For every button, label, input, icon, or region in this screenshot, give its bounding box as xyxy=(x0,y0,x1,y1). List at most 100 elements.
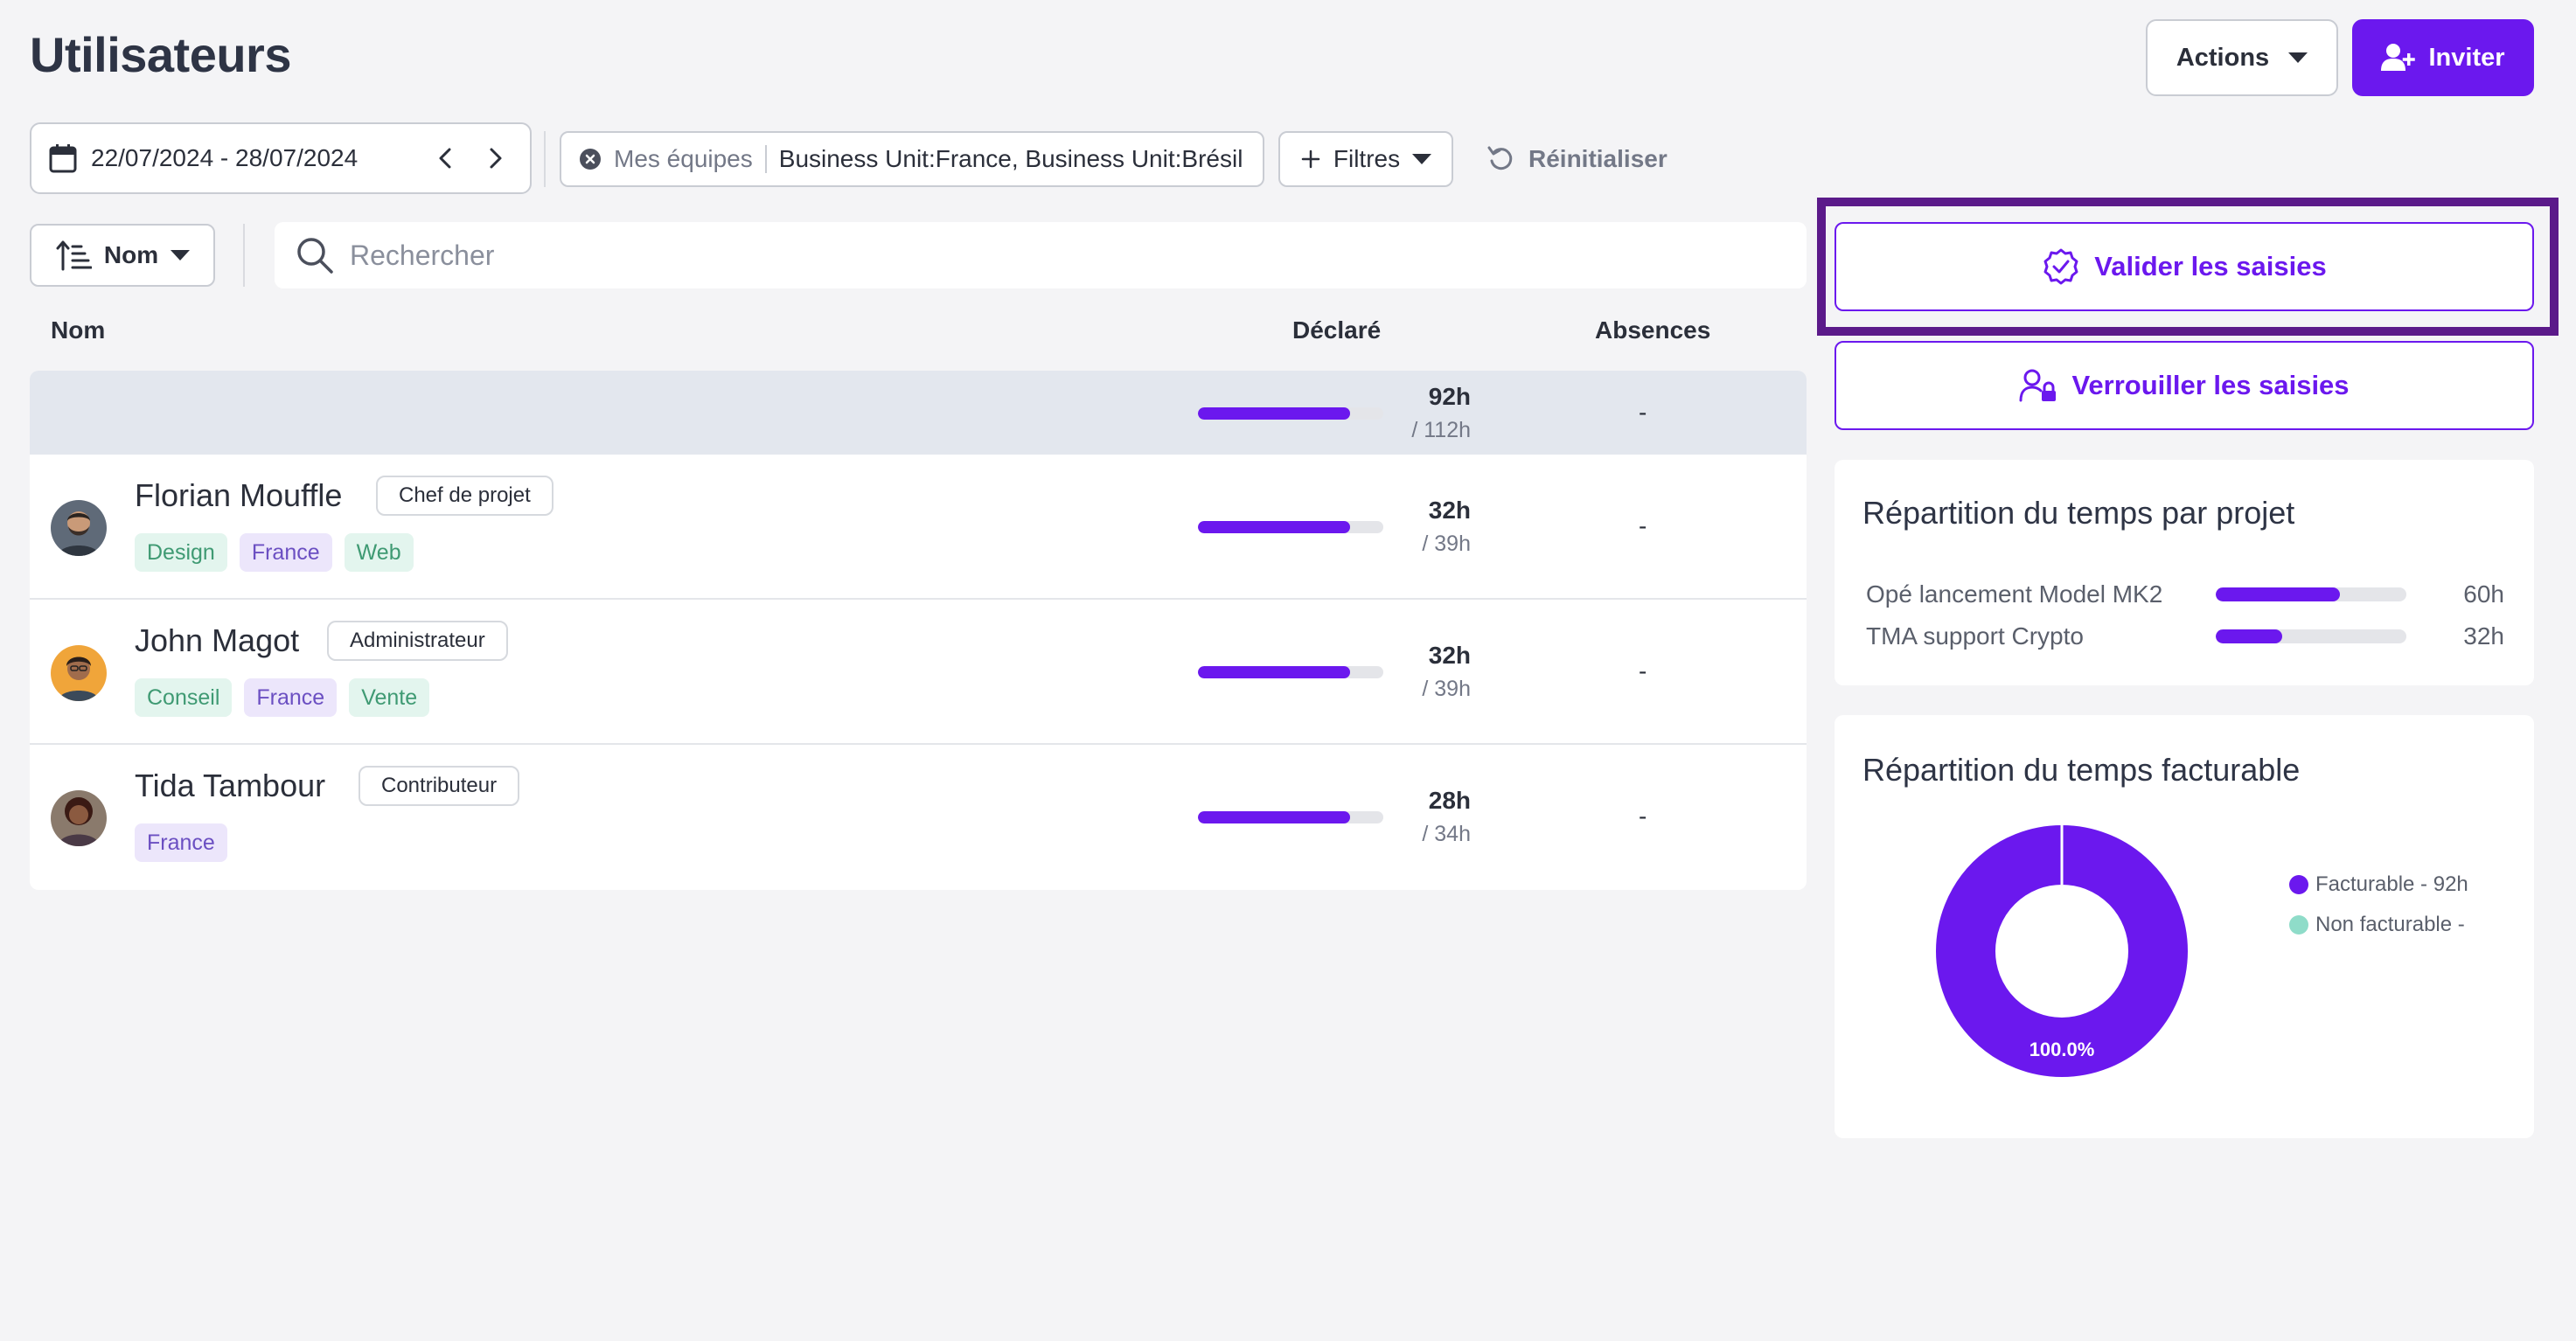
sort-label: Nom xyxy=(103,241,159,268)
team-filter[interactable]: Mes équipes Business Unit:France, Busine… xyxy=(560,131,1264,187)
project-time-panel: Répartition du temps par projet Opé lanc… xyxy=(1835,460,2534,685)
divider xyxy=(764,145,767,173)
lock-entries-label: Verrouiller les saisies xyxy=(2071,370,2350,400)
validate-entries-label: Valider les saisies xyxy=(2094,251,2327,281)
badge-check-icon xyxy=(2043,248,2078,285)
tag: Web xyxy=(344,533,414,572)
user-name[interactable]: Tida Tambour xyxy=(135,768,325,804)
sort-button[interactable]: Nom xyxy=(30,224,215,287)
absence-value: - xyxy=(1639,399,1647,426)
column-header-absences[interactable]: Absences xyxy=(1595,316,1710,344)
reset-icon xyxy=(1487,146,1513,170)
billable-time-panel: Répartition du temps facturable 100.0% F… xyxy=(1835,715,2534,1138)
project-hours: 60h xyxy=(2463,580,2504,608)
project-hours: 32h xyxy=(2463,622,2504,650)
add-user-icon xyxy=(2381,44,2416,71)
legend-item[interactable]: Non facturable - xyxy=(2289,913,2465,937)
panel-title: Répartition du temps facturable xyxy=(1862,752,2301,788)
absence-value: - xyxy=(1639,657,1647,684)
progress-bar xyxy=(1198,811,1383,823)
actions-button[interactable]: Actions xyxy=(2146,19,2338,96)
project-name: TMA support Crypto xyxy=(1866,622,2084,650)
team-filter-prefix: Mes équipes xyxy=(614,145,753,172)
expected-hours: / 39h xyxy=(1422,677,1471,701)
progress-bar xyxy=(1198,521,1383,533)
search-input[interactable] xyxy=(350,239,1749,272)
progress-fill xyxy=(1198,811,1350,823)
reset-button[interactable]: Réinitialiser xyxy=(1486,131,1667,187)
project-row: Opé lancement Model MK2 60h xyxy=(1866,579,2504,610)
date-range-value: 22/07/2024 - 28/07/2024 xyxy=(91,144,359,171)
invite-button[interactable]: Inviter xyxy=(2352,19,2534,96)
table-row[interactable]: John Magot Administrateur Conseil France… xyxy=(30,600,1807,745)
project-bar xyxy=(2216,629,2406,643)
actions-label: Actions xyxy=(2176,43,2270,72)
declared-hours: 32h xyxy=(1428,642,1471,669)
role-badge: Administrateur xyxy=(327,621,508,661)
validate-entries-button[interactable]: Valider les saisies xyxy=(1835,222,2534,311)
progress-bar xyxy=(1198,666,1383,678)
chevron-right-icon[interactable] xyxy=(477,141,512,176)
progress-bar xyxy=(1198,407,1383,420)
tag: Design xyxy=(135,533,227,572)
project-row: TMA support Crypto 32h xyxy=(1866,621,2504,652)
legend-dot xyxy=(2289,875,2308,894)
divider xyxy=(243,224,245,287)
absence-value: - xyxy=(1639,512,1647,539)
legend-label: Facturable - 92h xyxy=(2315,872,2468,896)
progress-fill xyxy=(1198,407,1350,420)
table-row[interactable]: Florian Mouffle Chef de projet Design Fr… xyxy=(30,455,1807,600)
tag: France xyxy=(239,533,332,572)
expected-hours: / 112h xyxy=(1411,418,1471,442)
column-header-declared[interactable]: Déclaré xyxy=(1292,316,1381,344)
reset-label: Réinitialiser xyxy=(1528,145,1667,172)
avatar xyxy=(51,500,107,556)
tag-list: France xyxy=(135,823,227,862)
role-badge: Chef de projet xyxy=(376,476,553,516)
progress-fill xyxy=(1198,666,1350,678)
chevron-left-icon[interactable] xyxy=(428,141,463,176)
table-row[interactable]: Tida Tambour Contributeur France 28h / 3… xyxy=(30,745,1807,890)
lock-entries-button[interactable]: Verrouiller les saisies xyxy=(1835,341,2534,430)
hours-cell: 32h / 39h xyxy=(1422,642,1471,702)
hours-cell: 28h / 34h xyxy=(1422,787,1471,847)
avatar xyxy=(51,790,107,846)
search-icon xyxy=(297,238,333,274)
tag: France xyxy=(135,823,227,862)
project-name: Opé lancement Model MK2 xyxy=(1866,580,2163,608)
date-range-picker[interactable]: 22/07/2024 - 28/07/2024 xyxy=(30,122,532,194)
tag: France xyxy=(244,678,338,717)
search-bar[interactable] xyxy=(275,222,1807,288)
page-title: Utilisateurs xyxy=(30,27,292,82)
donut-percentage-label: 100.0% xyxy=(2029,1039,2095,1060)
clear-filter-icon[interactable] xyxy=(579,148,602,170)
filters-button[interactable]: Filtres xyxy=(1278,131,1453,187)
plus-icon xyxy=(1301,149,1320,169)
team-filter-value: Business Unit:France, Business Unit:Brés… xyxy=(778,145,1243,172)
panel-title: Répartition du temps par projet xyxy=(1862,495,2295,531)
column-header-name[interactable]: Nom xyxy=(51,316,105,344)
project-bar xyxy=(2216,587,2406,601)
legend-item[interactable]: Facturable - 92h xyxy=(2289,872,2468,897)
divider xyxy=(544,131,546,187)
role-badge: Contributeur xyxy=(359,766,520,806)
declared-hours: 92h xyxy=(1428,383,1471,410)
tag: Vente xyxy=(349,678,430,717)
expected-hours: / 39h xyxy=(1422,532,1471,556)
progress-fill xyxy=(1198,521,1350,533)
legend-label: Non facturable - xyxy=(2315,913,2465,936)
invite-label: Inviter xyxy=(2428,43,2505,72)
sort-icon xyxy=(56,240,92,271)
filters-label: Filtres xyxy=(1333,145,1401,172)
expected-hours: / 34h xyxy=(1422,822,1471,846)
tag-list: Design France Web xyxy=(135,533,414,572)
calendar-icon xyxy=(49,144,77,173)
hours-cell: 32h / 39h xyxy=(1422,497,1471,557)
tag-list: Conseil France Vente xyxy=(135,678,430,717)
user-name[interactable]: John Magot xyxy=(135,622,299,659)
avatar xyxy=(51,645,107,701)
declared-hours: 28h xyxy=(1428,787,1471,814)
user-name[interactable]: Florian Mouffle xyxy=(135,477,342,514)
total-row: 92h / 112h - xyxy=(30,371,1807,455)
project-bar-fill xyxy=(2216,629,2283,643)
